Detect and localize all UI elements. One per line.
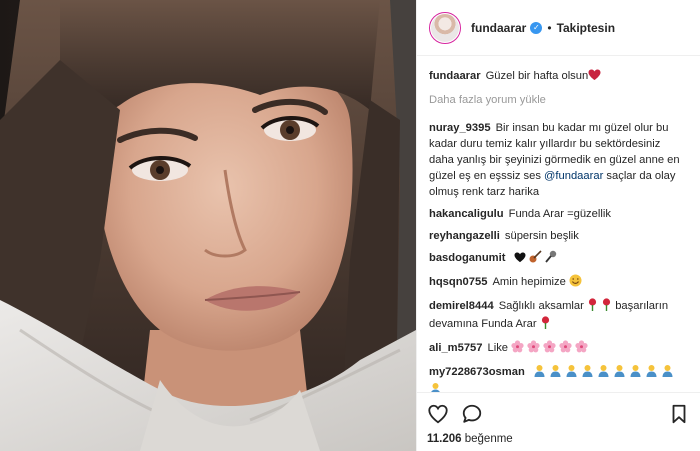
person-emoji-icon <box>597 364 610 382</box>
comment-item: basdoganumit <box>429 250 688 268</box>
instagram-post: fundaarar ✓ • Takiptesin fundaarar Güzel … <box>0 0 700 451</box>
post-photo[interactable] <box>0 0 416 451</box>
cherry-blossom-emoji-icon <box>511 340 524 358</box>
load-more-comments-link[interactable]: Daha fazla yorum yükle <box>429 92 688 108</box>
like-count-number: 11.206 <box>427 433 462 445</box>
person-emoji-icon <box>661 364 674 382</box>
comment-username[interactable]: basdoganumit <box>429 252 505 264</box>
cherry-blossom-emoji-icon <box>575 340 588 358</box>
person-emoji-icon <box>549 364 562 382</box>
post-actions: 11.206 beğenme <box>417 392 700 451</box>
comment-username[interactable]: hakancaligulu <box>429 208 504 220</box>
caption: fundaarar Güzel bir hafta olsun <box>429 68 688 86</box>
comment-item: ali_m5757 Like <box>429 340 688 358</box>
guitar-emoji-icon <box>529 250 542 268</box>
person-emoji-icon <box>533 364 546 382</box>
header-username[interactable]: fundaarar <box>471 21 526 35</box>
person-emoji-icon <box>565 364 578 382</box>
comment-username[interactable]: my7228673osman <box>429 366 525 378</box>
comment-username[interactable]: demirel8444 <box>429 300 494 312</box>
comment-item: nuray_9395 Bir insan bu kadar mı güzel ol… <box>429 120 688 200</box>
header-separator: • <box>547 20 552 35</box>
selfie-image <box>0 0 416 451</box>
follow-status-button[interactable]: Takiptesin <box>557 21 615 35</box>
comment-item: reyhangazelli süpersin beşlik <box>429 228 688 244</box>
heart-emoji-icon <box>588 69 601 86</box>
action-icon-row <box>427 401 690 427</box>
cherry-blossom-emoji-icon <box>543 340 556 358</box>
bookmark-icon[interactable] <box>668 403 690 425</box>
microphone-emoji-icon <box>545 250 557 268</box>
caption-text: Güzel bir hafta olsun <box>485 70 589 82</box>
comment-icon[interactable] <box>461 403 483 425</box>
like-count-label: beğenme <box>464 433 513 445</box>
person-emoji-icon <box>613 364 626 382</box>
person-emoji-icon <box>429 382 442 392</box>
rose-emoji-icon <box>587 298 598 316</box>
comment-item: hakancaligulu Funda Arar =güzellik <box>429 206 688 222</box>
person-emoji-icon <box>645 364 658 382</box>
comment-text: Sağlıklı aksamlar <box>498 300 584 312</box>
avatar-image <box>431 13 459 42</box>
comment-text: Like <box>487 342 509 354</box>
comment-mention-link[interactable]: @fundaarar <box>544 170 603 182</box>
heart-icon[interactable] <box>427 403 449 425</box>
cherry-blossom-emoji-group <box>511 340 591 354</box>
comment-username[interactable]: ali_m5757 <box>429 342 483 354</box>
black-heart-emoji-icon <box>514 252 526 268</box>
comment-text: süpersin beşlik <box>504 230 579 242</box>
person-emoji-icon <box>581 364 594 382</box>
comment-item: demirel8444 Sağlıklı aksamlar başarıların… <box>429 298 688 334</box>
comment-username[interactable]: reyhangazelli <box>429 230 500 242</box>
like-count[interactable]: 11.206 beğenme <box>427 433 690 445</box>
comment-username[interactable]: hqsqn0755 <box>429 276 487 288</box>
post-header: fundaarar ✓ • Takiptesin <box>417 0 700 56</box>
caption-username[interactable]: fundaarar <box>429 70 481 82</box>
person-emoji-icon <box>629 364 642 382</box>
comment-item: hqsqn0755 Amin hepimize <box>429 274 688 292</box>
smiling-face-emoji-icon <box>569 274 582 292</box>
comments-list: fundaarar Güzel bir hafta olsun Daha fazl… <box>417 56 700 392</box>
comment-username[interactable]: nuray_9395 <box>429 122 491 134</box>
comment-text: Amin hepimize <box>492 276 566 288</box>
post-side-panel: fundaarar ✓ • Takiptesin fundaarar Güzel … <box>416 0 700 451</box>
comment-item: my7228673osman <box>429 364 688 392</box>
comment-text: Funda Arar =güzellik <box>508 208 611 220</box>
rose-emoji-icon <box>540 316 551 334</box>
cherry-blossom-emoji-icon <box>527 340 540 358</box>
rose-emoji-icon <box>601 298 612 316</box>
cherry-blossom-emoji-icon <box>559 340 572 358</box>
verified-badge-icon: ✓ <box>530 21 543 34</box>
avatar[interactable] <box>429 11 461 44</box>
